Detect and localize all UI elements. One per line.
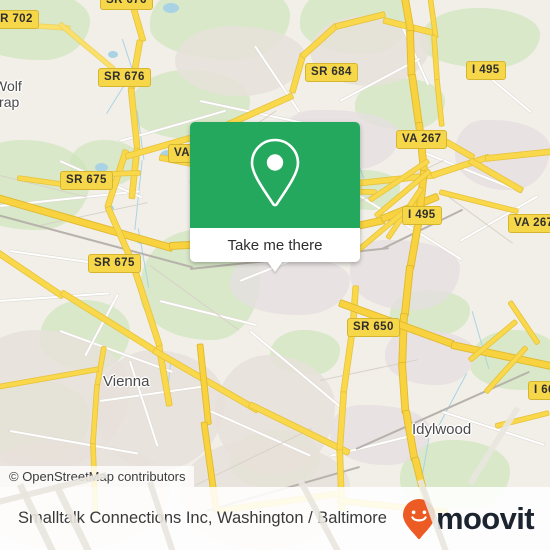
road-shield: VA 267 <box>396 130 448 149</box>
location-callout-card[interactable]: Take me there <box>190 122 360 272</box>
bottom-bar: Smalltalk Connections Inc, Washington / … <box>0 406 550 550</box>
road-shield: SR 684 <box>305 63 358 82</box>
road-shield: VA 267 <box>508 214 550 233</box>
moovit-logo[interactable]: moovit <box>402 498 535 539</box>
road-shield: SR 676 <box>100 0 153 10</box>
road-shield: SR 676 <box>98 68 151 87</box>
callout-action-label: Take me there <box>227 236 323 254</box>
map-screenshot: SR 702 SR 676 SR 676 SR 684 I 495 VA 267 VA 26… <box>0 0 550 550</box>
road-shield: I 495 <box>466 61 506 80</box>
road-shield: SR 675 <box>88 254 141 273</box>
place-label: Idylwood <box>412 421 472 438</box>
callout-action[interactable]: Take me there <box>190 228 360 262</box>
callout-header <box>190 122 360 228</box>
road-shield: I 66 <box>528 381 550 400</box>
road-shield: SR 650 <box>347 318 400 337</box>
road-shield: I 495 <box>402 206 442 225</box>
place-label: Trap <box>0 94 20 110</box>
callout-tail <box>267 261 283 272</box>
moovit-wordmark: moovit <box>435 501 535 536</box>
road-shield: SR 675 <box>60 171 113 190</box>
road-shield: SR 702 <box>0 10 39 29</box>
map-pin-icon <box>246 136 304 215</box>
place-label: Vienna <box>103 373 150 390</box>
place-label: Wolf <box>0 78 22 94</box>
